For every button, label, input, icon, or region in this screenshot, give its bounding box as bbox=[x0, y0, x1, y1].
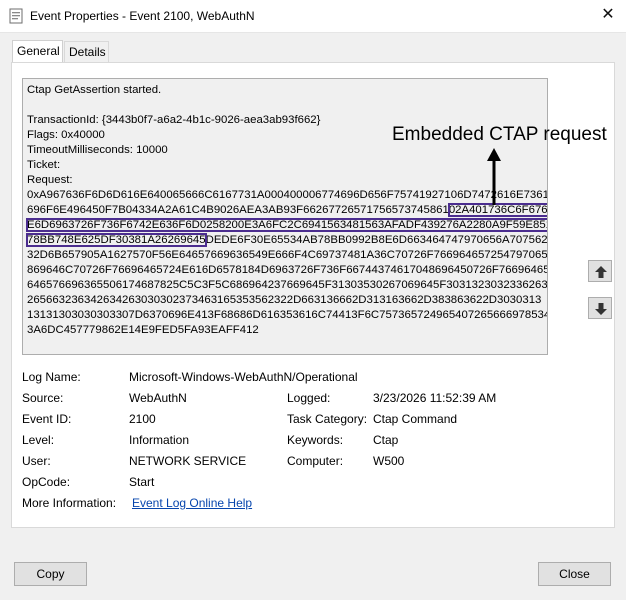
hex-text: DEDE6F30E65534AB78BB0992B8E6D66346474797… bbox=[205, 234, 548, 246]
hex-line: 696F6E496450F7B04334A2A61C4B9026AEA3AB93… bbox=[27, 203, 547, 218]
source-value: WebAuthN bbox=[129, 391, 187, 405]
task-category-label: Task Category: bbox=[287, 412, 368, 426]
hex-text: 0xA967636F6D6D616E640065666C6167731A0004… bbox=[27, 189, 548, 201]
computer-label: Computer: bbox=[287, 454, 344, 468]
message-line: Ticket: bbox=[27, 159, 61, 171]
opcode-label: OpCode: bbox=[22, 475, 71, 489]
message-line: Request: bbox=[27, 174, 73, 186]
log-name-value: Microsoft-Windows-WebAuthN/Operational bbox=[129, 370, 358, 384]
computer-value: W500 bbox=[373, 454, 405, 468]
level-value: Information bbox=[129, 433, 190, 447]
hex-line: 0xA967636F6D6D616E640065666C6167731A0004… bbox=[27, 188, 547, 203]
title-bar: Event Properties - Event 2100, WebAuthN … bbox=[0, 0, 626, 33]
hex-text: 869646C70726F76696465724E616D6578184D696… bbox=[27, 264, 548, 276]
hex-line: 869646C70726F76696465724E616D6578184D696… bbox=[27, 263, 547, 278]
copy-button[interactable]: Copy bbox=[14, 562, 87, 586]
logged-value: 3/23/2026 11:52:39 AM bbox=[373, 391, 497, 405]
event-description-text: Ctap GetAssertion started. TransactionId… bbox=[25, 83, 548, 338]
ctap-request-highlight: 78BB748E625DF30381A26269645 bbox=[26, 233, 207, 247]
logged-label: Logged: bbox=[287, 391, 331, 405]
hex-text: 32D6B657905A1627570F56E64657669636549E66… bbox=[27, 249, 548, 261]
hex-line: 2656632363426342630303023734631653535623… bbox=[27, 293, 547, 308]
annotation-label: Embedded CTAP request bbox=[392, 124, 607, 145]
close-button[interactable]: Close bbox=[538, 562, 611, 586]
log-name-label: Log Name: bbox=[22, 370, 81, 384]
hex-text: 13131303030303307D6370696E413F68686D6163… bbox=[27, 309, 548, 321]
hex-line: 646576696365506174687825C5C3F5C686964237… bbox=[27, 278, 547, 293]
level-label: Level: bbox=[22, 433, 55, 447]
message-line bbox=[27, 98, 547, 113]
hex-text: 2656632363426342630303023734631653535623… bbox=[27, 294, 542, 306]
keywords-label: Keywords: bbox=[287, 433, 344, 447]
next-event-button[interactable] bbox=[588, 297, 612, 319]
task-category-value: Ctap Command bbox=[373, 412, 458, 426]
ctap-request-highlight: E6D6963726F736F6742E636F6D0258200E3A6FC2… bbox=[25, 218, 547, 232]
user-label: User: bbox=[22, 454, 51, 468]
keywords-value: Ctap bbox=[373, 433, 399, 447]
user-value: NETWORK SERVICE bbox=[129, 454, 247, 468]
annotation-arrow-icon bbox=[487, 148, 501, 205]
hex-line: E6D6963726F736F6742E636F6D0258200E3A6FC2… bbox=[25, 218, 547, 233]
arrow-up-icon bbox=[595, 266, 607, 278]
close-icon[interactable]: ✕ bbox=[594, 2, 622, 28]
hex-text: 696F6E496450F7B04334A2A61C4B9026AEA3AB93… bbox=[27, 204, 449, 216]
event-id-label: Event ID: bbox=[22, 412, 72, 426]
hex-line: 13131303030303307D6370696E413F68686D6163… bbox=[27, 308, 547, 323]
tab-details[interactable]: Details bbox=[64, 41, 109, 62]
source-label: Source: bbox=[22, 391, 64, 405]
event-id-value: 2100 bbox=[129, 412, 156, 426]
event-log-online-help-link[interactable]: Event Log Online Help bbox=[132, 495, 252, 511]
window-title: Event Properties - Event 2100, WebAuthN bbox=[30, 9, 255, 23]
event-description-box[interactable]: Ctap GetAssertion started. TransactionId… bbox=[22, 78, 548, 355]
tab-general[interactable]: General bbox=[12, 40, 63, 62]
hex-line: 3A6DC457779862E14E9FED5FA93EAFF412 bbox=[27, 323, 547, 338]
opcode-value: Start bbox=[129, 475, 155, 489]
previous-event-button[interactable] bbox=[588, 260, 612, 282]
hex-line: 32D6B657905A1627570F56E64657669636549E66… bbox=[27, 248, 547, 263]
hex-text: 3A6DC457779862E14E9FED5FA93EAFF412 bbox=[27, 324, 259, 336]
more-information-label: More Information: bbox=[22, 496, 117, 510]
hex-text: 646576696365506174687825C5C3F5C686964237… bbox=[27, 279, 548, 291]
event-viewer-icon bbox=[9, 8, 23, 24]
arrow-down-icon bbox=[595, 303, 607, 315]
message-line: Ctap GetAssertion started. bbox=[27, 84, 162, 96]
hex-line: 78BB748E625DF30381A26269645DEDE6F30E6553… bbox=[26, 233, 548, 248]
